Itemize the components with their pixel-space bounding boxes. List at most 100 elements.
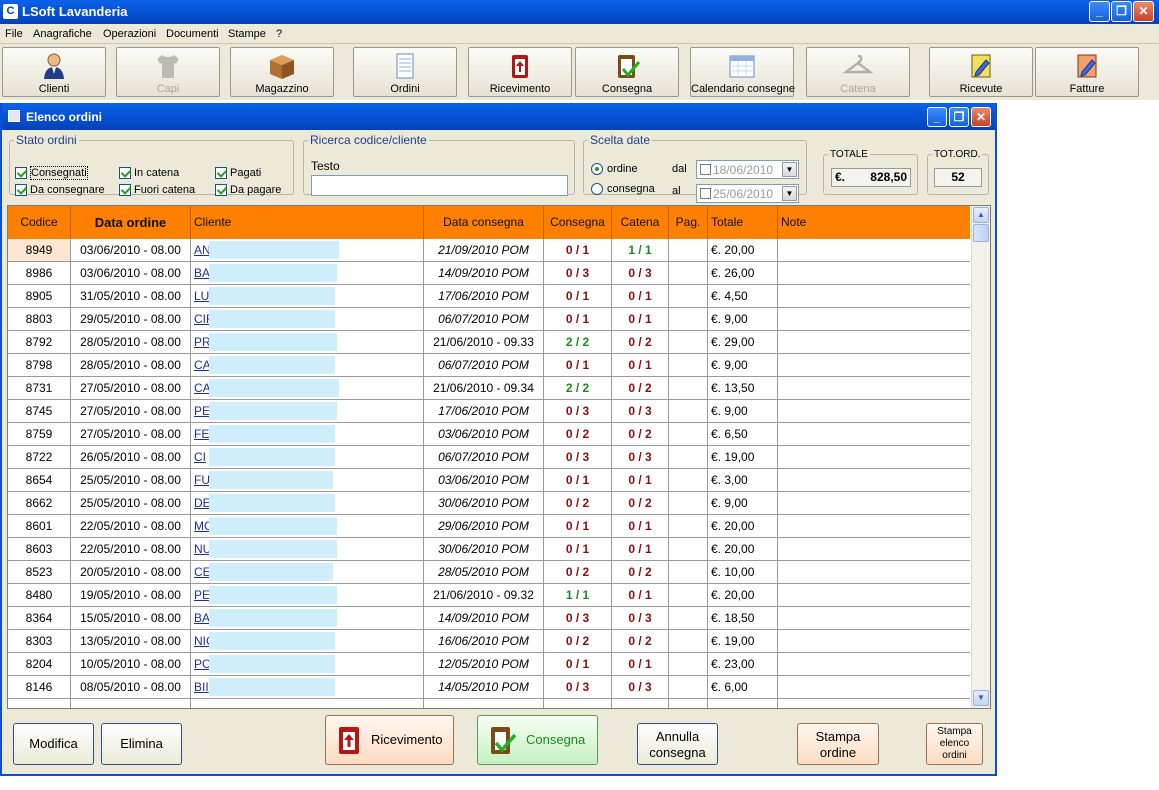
table-row[interactable]: 8792 28/05/2010 - 08.00 PR 21/06/2010 - 09.…	[8, 331, 970, 354]
client-name[interactable]: BA	[194, 611, 210, 625]
menu-anagrafiche[interactable]: Anagrafiche	[33, 28, 92, 40]
stampa-ordine-button[interactable]: Stampa ordine	[797, 723, 879, 765]
table-row[interactable]: 8905 31/05/2010 - 08.00 LU 17/06/2010 POM 0 …	[8, 285, 970, 308]
elimina-button[interactable]: Elimina	[101, 723, 182, 765]
child-minimize-button[interactable]: _	[927, 107, 947, 127]
table-row[interactable]: 8949 03/06/2010 - 08.00 AN 21/09/2010 POM 0 …	[8, 239, 970, 262]
table-row[interactable]: 8204 10/05/2010 - 08.00 PC 12/05/2010 POM 0 …	[8, 653, 970, 676]
cell-cliente[interactable]: NU	[191, 538, 424, 560]
checkbox-box[interactable]	[15, 184, 27, 197]
radio-dot[interactable]	[591, 163, 603, 176]
table-row[interactable]: 8654 25/05/2010 - 08.00 FU 03/06/2010 POM 0 …	[8, 469, 970, 492]
stampa-elenco-ordini-button[interactable]: Stampa elenco ordini	[926, 723, 983, 765]
scroll-up-icon[interactable]: ▲	[973, 207, 989, 223]
table-row[interactable]: 8803 29/05/2010 - 08.00 CIF 06/07/2010 POM 0…	[8, 308, 970, 331]
radio-consegna[interactable]: consegna	[591, 183, 655, 196]
toolbar-ordini-button[interactable]: Ordini	[353, 47, 457, 97]
table-row[interactable]: 8364 15/05/2010 - 08.00 BA 14/09/2010 POM 0 …	[8, 607, 970, 630]
client-name[interactable]: PE	[194, 588, 210, 602]
search-input[interactable]	[311, 175, 568, 196]
column-header-codice[interactable]: Codice	[8, 206, 71, 239]
table-row[interactable]: 8745 27/05/2010 - 08.00 PE 17/06/2010 POM 0 …	[8, 400, 970, 423]
cell-cliente[interactable]: DE	[191, 492, 424, 514]
table-row[interactable]: 8601 22/05/2010 - 08.00 MC 29/06/2010 POM 0 …	[8, 515, 970, 538]
column-header-cliente[interactable]: Cliente	[191, 206, 424, 239]
annulla-consegna-button[interactable]: Annulla consegna	[637, 723, 718, 765]
table-row[interactable]: 8731 27/05/2010 - 08.00 CA 21/06/2010 - 09.…	[8, 377, 970, 400]
column-header-data-ordine[interactable]: Data ordine	[71, 206, 191, 239]
column-header-note[interactable]: Note	[778, 206, 970, 239]
menu-stampe[interactable]: Stampe	[228, 28, 266, 40]
checkbox-consegnati[interactable]: Consegnati	[15, 166, 88, 181]
table-row[interactable]: 8523 20/05/2010 - 08.00 CE 28/05/2010 POM 0 …	[8, 561, 970, 584]
table-row[interactable]: 8722 26/05/2010 - 08.00 CI 06/07/2010 POM 0 …	[8, 446, 970, 469]
table-row[interactable]: 8303 13/05/2010 - 08.00 NIC 16/06/2010 POM 0…	[8, 630, 970, 653]
table-row[interactable]: 8146 08/05/2010 - 08.00 BII 14/05/2010 POM 0…	[8, 676, 970, 699]
toolbar-calendario-button[interactable]: Calendario consegne	[690, 47, 795, 97]
column-header-consegna[interactable]: Consegna	[544, 206, 612, 239]
dropdown-arrow-icon[interactable]: ▼	[782, 162, 797, 177]
radio-ordine[interactable]: ordine	[591, 163, 638, 176]
menu-operazioni[interactable]: Operazioni	[103, 28, 156, 40]
child-maximize-button[interactable]: ❐	[949, 107, 969, 127]
table-row[interactable]: 8986 03/06/2010 - 08.00 BA 14/09/2010 POM 0 …	[8, 262, 970, 285]
column-header-data-consegna[interactable]: Data consegna	[424, 206, 544, 239]
cell-cliente[interactable]: PC	[191, 653, 424, 675]
close-button[interactable]: ✕	[1133, 1, 1154, 22]
table-row[interactable]: 8662 25/05/2010 - 08.00 DE 30/06/2010 POM 0 …	[8, 492, 970, 515]
client-name[interactable]: FU	[194, 473, 210, 487]
cell-cliente[interactable]: CA	[191, 377, 424, 399]
checkbox-fuori-catena[interactable]: Fuori catena	[119, 184, 195, 197]
client-name[interactable]: LU	[194, 289, 209, 303]
cell-cliente[interactable]: PE	[191, 584, 424, 606]
cell-cliente[interactable]: NIC	[191, 630, 424, 652]
menu-documenti[interactable]: Documenti	[166, 28, 219, 40]
client-name[interactable]: PE	[194, 404, 210, 418]
cell-cliente[interactable]: LU	[191, 285, 424, 307]
calendar-checkbox-icon[interactable]	[700, 164, 711, 175]
scroll-down-icon[interactable]: ▼	[973, 690, 989, 706]
modifica-button[interactable]: Modifica	[13, 723, 94, 765]
table-row[interactable]: 8759 27/05/2010 - 08.00 FE 03/06/2010 POM 0 …	[8, 423, 970, 446]
client-name[interactable]: CI	[194, 450, 206, 464]
cell-cliente[interactable]: CA	[191, 354, 424, 376]
checkbox-box[interactable]	[15, 167, 27, 180]
radio-dot[interactable]	[591, 183, 603, 196]
toolbar-magazzino-button[interactable]: Magazzino	[230, 47, 334, 97]
checkbox-da-consegnare[interactable]: Da consegnare	[15, 184, 105, 197]
cell-cliente[interactable]: CE	[191, 561, 424, 583]
checkbox-pagati[interactable]: Pagati	[215, 167, 261, 180]
cell-cliente[interactable]: PR	[191, 331, 424, 353]
minimize-button[interactable]: _	[1089, 1, 1110, 22]
date-to-picker[interactable]: 25/06/2010 ▼	[696, 184, 799, 203]
cell-cliente[interactable]: AN	[191, 239, 424, 261]
column-header-totale[interactable]: Totale	[708, 206, 778, 239]
cell-cliente[interactable]: BA	[191, 262, 424, 284]
table-row[interactable]: 8798 28/05/2010 - 08.00 CA 06/07/2010 POM 0 …	[8, 354, 970, 377]
client-name[interactable]: BII	[194, 680, 209, 694]
cell-cliente[interactable]: BII	[191, 676, 424, 698]
child-close-button[interactable]: ✕	[971, 107, 991, 127]
checkbox-box[interactable]	[215, 184, 227, 197]
ricevimento-button[interactable]: Ricevimento	[325, 715, 454, 765]
toolbar-consegna-button[interactable]: Consegna	[575, 47, 679, 97]
column-header-catena[interactable]: Catena	[612, 206, 669, 239]
toolbar-catena-button[interactable]: Catena	[806, 47, 910, 97]
cell-cliente[interactable]: BA	[191, 607, 424, 629]
toolbar-ricevute-button[interactable]: Ricevute	[929, 47, 1033, 97]
toolbar-capi-button[interactable]: Capi	[116, 47, 220, 97]
table-row[interactable]: 8603 22/05/2010 - 08.00 NU 30/06/2010 POM 0 …	[8, 538, 970, 561]
maximize-button[interactable]: ❐	[1111, 1, 1132, 22]
cell-cliente[interactable]: FU	[191, 469, 424, 491]
toolbar-clienti-button[interactable]: Clienti	[2, 47, 106, 97]
column-header-pag[interactable]: Pag.	[669, 206, 708, 239]
toolbar-fatture-button[interactable]: Fatture	[1035, 47, 1139, 97]
cell-cliente[interactable]: MC	[191, 515, 424, 537]
checkbox-in-catena[interactable]: In catena	[119, 167, 179, 180]
scroll-thumb[interactable]	[973, 224, 989, 242]
cell-cliente[interactable]: CIF	[191, 308, 424, 330]
table-row[interactable]: 8480 19/05/2010 - 08.00 PE 21/06/2010 - 09.…	[8, 584, 970, 607]
checkbox-box[interactable]	[215, 167, 227, 180]
date-from-picker[interactable]: 18/06/2010 ▼	[696, 160, 799, 179]
consegna-button[interactable]: Consegna	[477, 715, 598, 765]
